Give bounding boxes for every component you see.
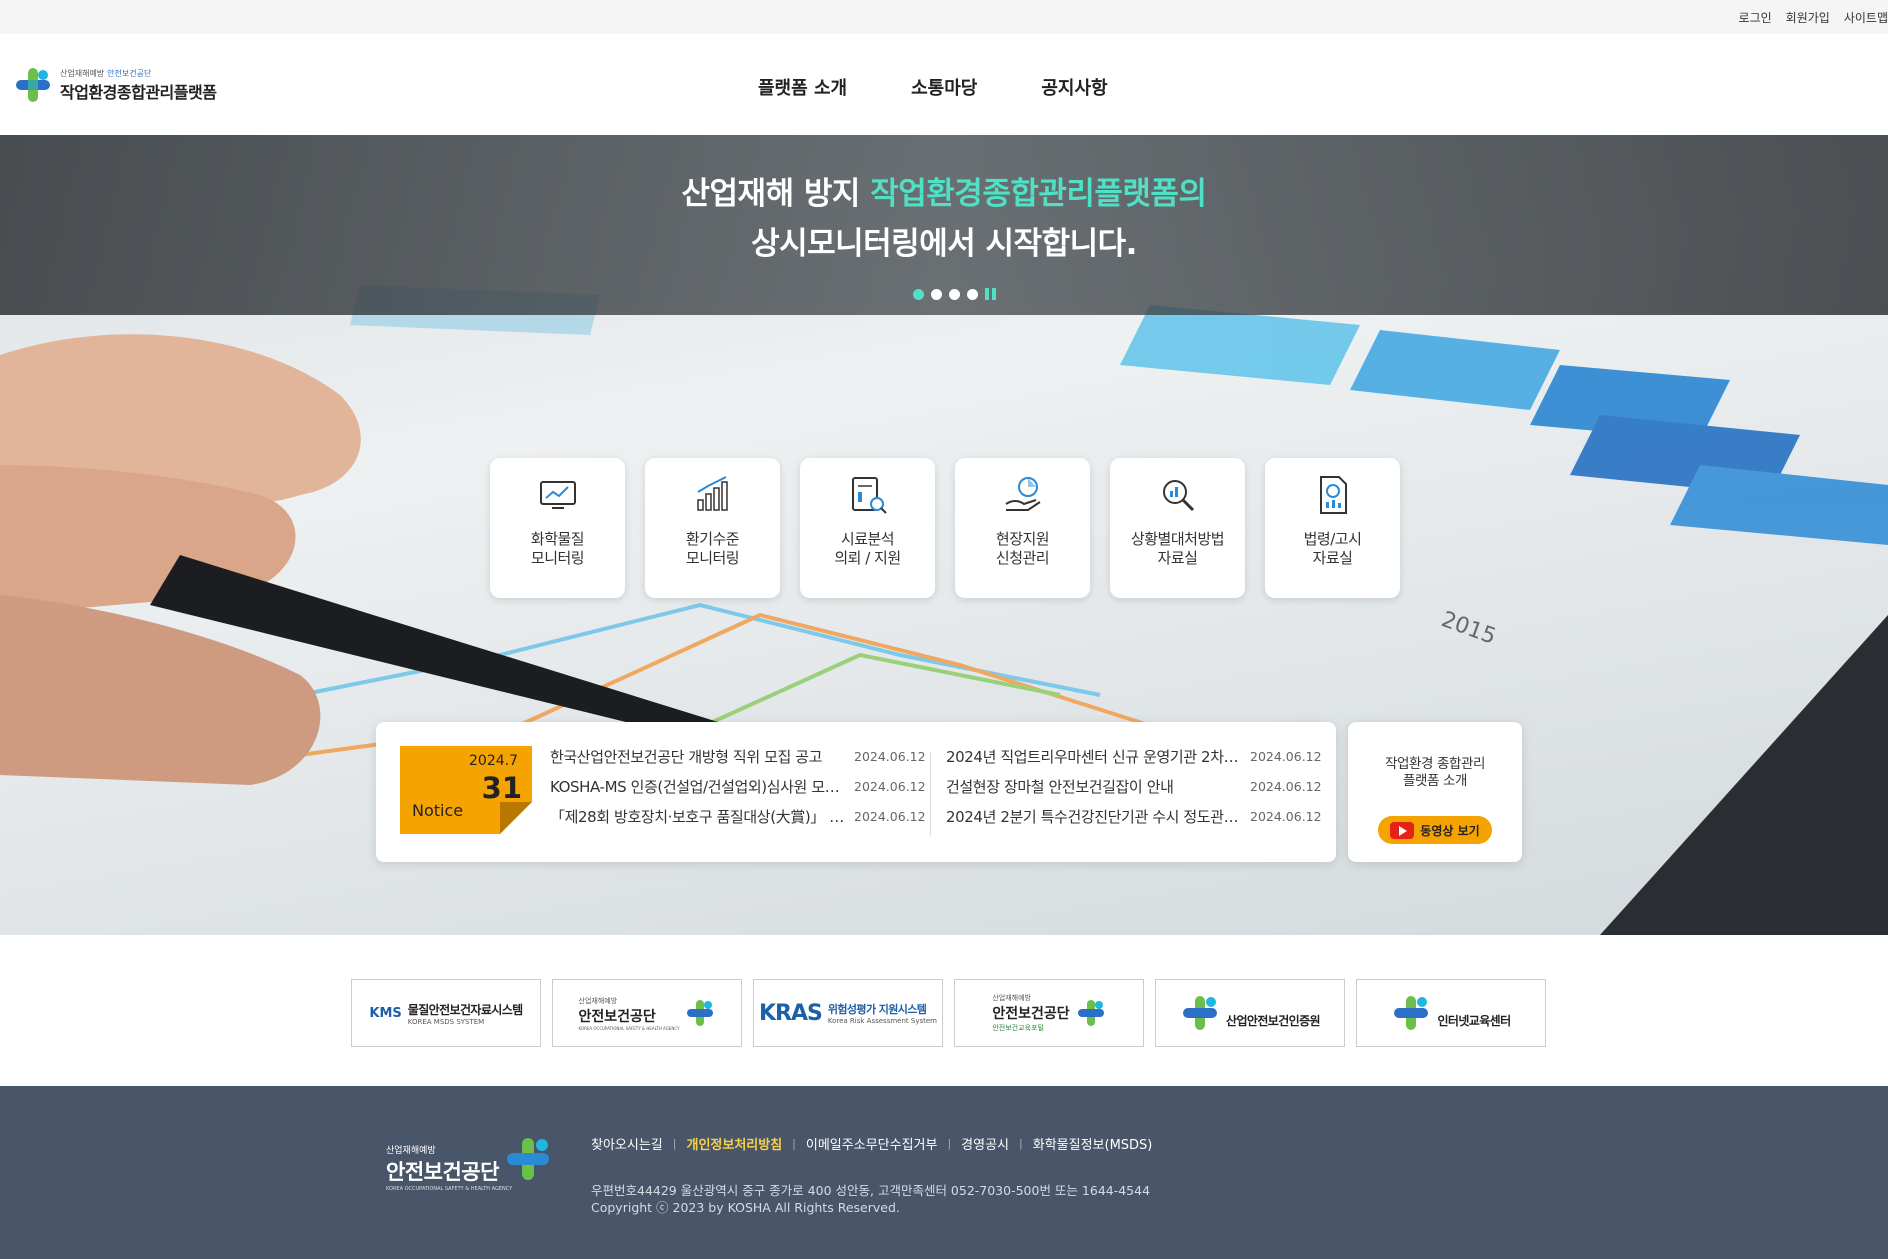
monitor-chart-icon <box>539 481 576 509</box>
footer-copyright: Copyright ⓒ 2023 by KOSHA All Rights Res… <box>591 1200 900 1215</box>
banner-internet-education[interactable]: 인터넷교육센터 <box>1356 979 1546 1047</box>
notice-item[interactable]: 2024년 직업트리우마센터 신규 운영기관 2차 공모 2024.06.12 <box>946 746 1322 767</box>
footer-email-policy-link[interactable]: 이메일주소무단수집거부 <box>806 1134 938 1153</box>
site-header: 산업재해예방 안전보건공단 작업환경종합관리플랫폼 플랫폼 소개 소통마당 공지… <box>0 34 1888 135</box>
hero-section: 2015 산업재해 방지 작업환경종합관리플랫폼의 상시모니터링에서 시작합니다… <box>0 135 1888 935</box>
footer-address: 우편번호44429 울산광역시 중구 종가로 400 성안동, 고객만족센터 0… <box>591 1183 1151 1215</box>
kosha-cross-icon <box>1183 996 1218 1030</box>
banner-kosha[interactable]: 산업재해예방 안전보건공단 KOREA OCCUPATIONAL SAFETY … <box>552 979 742 1047</box>
banner-kras[interactable]: KRAS 위험성평가 지원시스템 Korea Risk Assessment S… <box>753 979 943 1047</box>
notice-board: 2024.7 31 Notice 한국산업안전보건공단 개방형 직위 모집 공고… <box>376 722 1336 862</box>
notice-column-2: 2024년 직업트리우마센터 신규 운영기관 2차 공모 2024.06.12 … <box>946 746 1322 827</box>
site-logo[interactable]: 산업재해예방 안전보건공단 작업환경종합관리플랫폼 <box>14 66 217 104</box>
footer-privacy-link[interactable]: 개인정보처리방침 <box>686 1134 782 1153</box>
cross-logo-icon <box>16 68 50 102</box>
hero-line2: 상시모니터링에서 시작합니다. <box>751 226 1137 262</box>
banner-msds-system[interactable]: KMS 물질안전보건자료시스템 KOREA MSDS SYSTEM <box>351 979 541 1047</box>
utility-bar: 로그인 회원가입 사이트맵 <box>0 0 1888 34</box>
quick-chemical-monitoring[interactable]: 화학물질 모니터링 <box>490 458 625 598</box>
sitemap-link[interactable]: 사이트맵 <box>1844 9 1888 26</box>
report-search-icon <box>851 477 887 514</box>
footer-links: 찾아오시는길 | 개인정보처리방침 | 이메일주소무단수집거부 | 경영공시 |… <box>591 1134 1152 1153</box>
notice-item[interactable]: 한국산업안전보건공단 개방형 직위 모집 공고 2024.06.12 <box>550 746 926 767</box>
hero-line1-plain: 산업재해 방지 <box>681 176 861 212</box>
footer-directions-link[interactable]: 찾아오시는길 <box>591 1134 663 1153</box>
logo-small-left: 산업재해예방 <box>60 68 105 78</box>
main-nav: 플랫폼 소개 소통마당 공지사항 <box>758 74 1108 100</box>
kosha-cross-icon <box>507 1138 549 1180</box>
quick-ventilation-monitoring[interactable]: 환기수준 모니터링 <box>645 458 780 598</box>
svg-text:2015: 2015 <box>1438 607 1499 650</box>
signup-link[interactable]: 회원가입 <box>1786 9 1830 26</box>
slide-indicator <box>913 288 997 300</box>
hand-support-icon <box>1004 477 1041 511</box>
magnifier-icon <box>1162 480 1194 512</box>
notice-column-1: 한국산업안전보건공단 개방형 직위 모집 공고 2024.06.12 KOSHA… <box>550 746 926 827</box>
notice-divider <box>930 752 931 836</box>
logo-text: 산업재해예방 안전보건공단 작업환경종합관리플랫폼 <box>60 68 217 103</box>
footer-msds-link[interactable]: 화학물질정보(MSDS) <box>1033 1134 1153 1153</box>
banner-education-portal[interactable]: 산업재해예방 안전보건공단 안전보건교육포털 <box>954 979 1144 1047</box>
notice-item[interactable]: 2024년 2분기 특수건강진단기관 수시 정도관리 안내 2024.06.12 <box>946 806 1322 827</box>
promo-line2: 플랫폼 소개 <box>1403 773 1467 789</box>
notice-date-badge: 2024.7 31 Notice <box>400 746 532 834</box>
document-chart-icon <box>1319 476 1347 514</box>
notice-item[interactable]: 「제28회 방호장치·보호구 품질대상(大賞)」 공고 2024.06.12 <box>550 806 926 827</box>
hero-headline: 산업재해 방지 작업환경종합관리플랫폼의 상시모니터링에서 시작합니다. <box>0 169 1888 269</box>
notice-item[interactable]: KOSHA-MS 인증(건설업/건설업외)심사원 모집 공고 2024.06.1… <box>550 776 926 797</box>
footer-logo: 산업재해예방 안전보건공단 KOREA OCCUPATIONAL SAFETY … <box>386 1138 549 1192</box>
notice-item[interactable]: 건설현장 장마철 안전보건길잡이 안내 2024.06.12 <box>946 776 1322 797</box>
site-footer: 산업재해예방 안전보건공단 KOREA OCCUPATIONAL SAFETY … <box>0 1086 1888 1259</box>
kosha-cross-icon <box>687 1000 714 1026</box>
quick-law-archive[interactable]: 법령/고시 자료실 <box>1265 458 1400 598</box>
kosha-cross-icon <box>1077 1000 1104 1026</box>
hero-line1-accent: 작업환경종합관리플랫폼의 <box>870 176 1207 212</box>
quick-field-support[interactable]: 현장지원 신청관리 <box>955 458 1090 598</box>
logo-title: 작업환경종합관리플랫폼 <box>60 82 217 102</box>
slide-dot-2[interactable] <box>931 288 942 300</box>
slide-dot-4[interactable] <box>967 288 978 300</box>
nav-platform-intro[interactable]: 플랫폼 소개 <box>758 74 847 100</box>
quick-menu: 화학물질 모니터링 환기수준 모니터링 시료분석 의뢰 / 지원 현장지원 신청… <box>490 458 1400 598</box>
nav-community[interactable]: 소통마당 <box>911 74 977 100</box>
utility-links: 로그인 회원가입 사이트맵 <box>1739 9 1888 26</box>
login-link[interactable]: 로그인 <box>1739 9 1772 26</box>
nav-notice[interactable]: 공지사항 <box>1041 74 1107 100</box>
platform-intro-card: 작업환경 종합관리 플랫폼 소개 동영상 보기 <box>1348 722 1522 862</box>
quick-sample-analysis[interactable]: 시료분석 의뢰 / 지원 <box>800 458 935 598</box>
footer-disclosure-link[interactable]: 경영공시 <box>961 1134 1009 1153</box>
bar-growth-icon <box>696 476 728 511</box>
watch-video-button[interactable]: 동영상 보기 <box>1378 816 1492 844</box>
banner-certification-institute[interactable]: 산업안전보건인증원 <box>1155 979 1345 1047</box>
slide-dot-3[interactable] <box>949 288 960 300</box>
quick-situation-guide[interactable]: 상황별대처방법 자료실 <box>1110 458 1245 598</box>
partner-banners: KMS 물질안전보건자료시스템 KOREA MSDS SYSTEM 산업재해예방… <box>351 979 1546 1047</box>
slide-dot-1[interactable] <box>913 288 924 300</box>
pause-icon[interactable] <box>985 288 997 300</box>
kosha-cross-icon <box>1394 996 1429 1030</box>
logo-small-right: 안전보건공단 <box>107 68 152 78</box>
youtube-icon <box>1390 821 1415 839</box>
promo-line1: 작업환경 종합관리 <box>1384 756 1486 772</box>
